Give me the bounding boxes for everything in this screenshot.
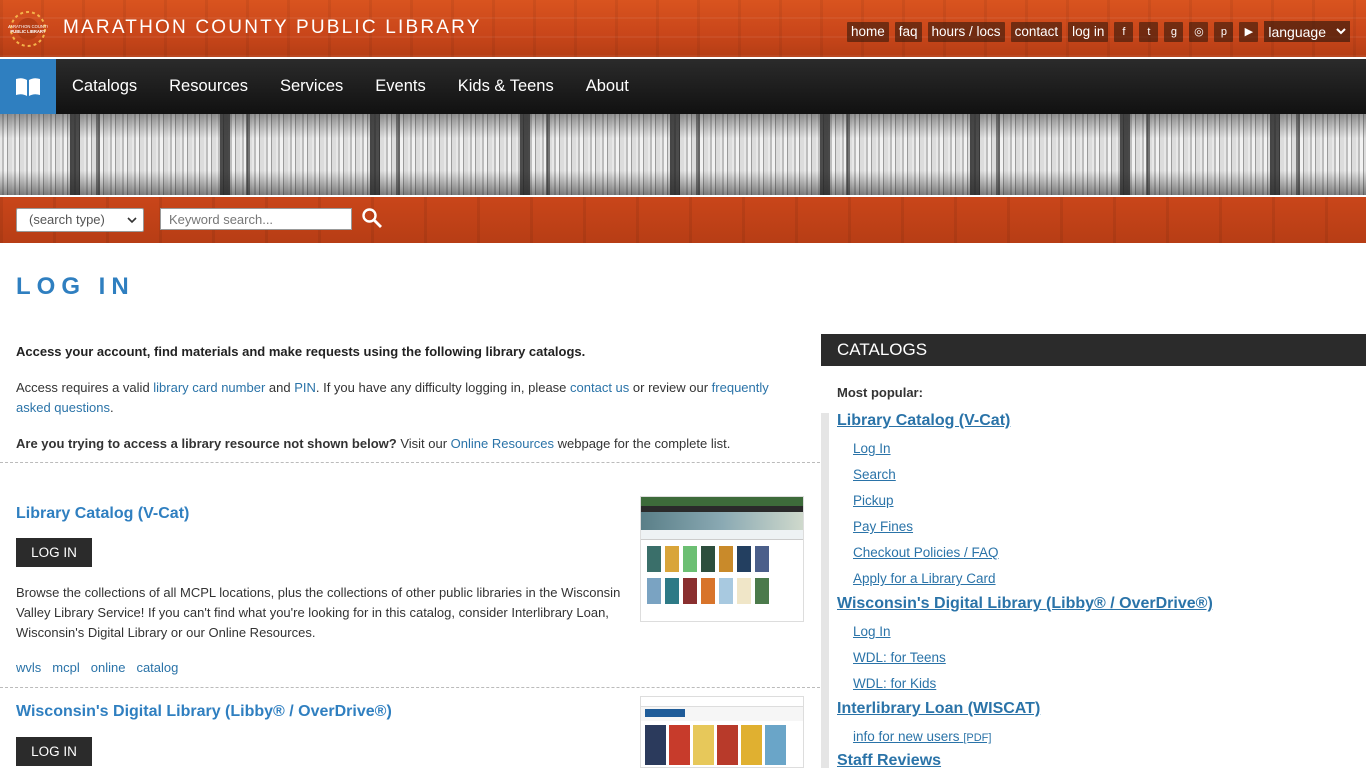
trying-text-part: Visit our	[396, 436, 451, 451]
sidebar-link-wdl-login[interactable]: Log In	[853, 624, 891, 639]
intro-text: Access your account, find materials and …	[16, 344, 586, 359]
keyword-search-input[interactable]	[160, 208, 352, 230]
tag-link[interactable]: online	[91, 660, 126, 675]
chevron-down-icon	[1336, 28, 1346, 35]
language-label: language	[1268, 23, 1326, 40]
tag-link[interactable]: wvls	[16, 660, 41, 675]
goodreads-icon[interactable]: g	[1164, 21, 1184, 42]
access-text-part: .	[109, 400, 114, 415]
instagram-icon[interactable]: ◎	[1189, 21, 1209, 42]
wdl-thumbnail-image[interactable]	[640, 696, 804, 768]
wdl-login-button[interactable]: LOG IN	[16, 737, 92, 766]
sidebar-link-ill-new-users[interactable]: info for new users	[853, 729, 960, 744]
nav-home-button[interactable]	[0, 59, 56, 114]
online-resources-link[interactable]: Online Resources	[451, 436, 554, 451]
most-popular-label: Most popular:	[837, 385, 923, 400]
top-header: MARATHON COUNTY PUBLIC LIBRARY MARATHON …	[0, 0, 1366, 57]
vcat-tags: wvls mcpl online catalog	[16, 660, 178, 675]
utility-nav: home faq hours / locs contact log in f t…	[846, 21, 1350, 42]
pin-link[interactable]: PIN	[294, 380, 316, 395]
online-resources-text: Are you trying to access a library resou…	[16, 434, 796, 454]
access-requirements-text: Access requires a valid library card num…	[16, 378, 796, 418]
sidebar-link-vcat-policies[interactable]: Checkout Policies / FAQ	[853, 545, 999, 560]
sidebar-link-vcat-search[interactable]: Search	[853, 467, 896, 482]
nav-item-resources[interactable]: Resources	[169, 77, 248, 96]
access-text-part: and	[265, 380, 295, 395]
sidebar-link-wdl-kids[interactable]: WDL: for Kids	[853, 676, 936, 691]
vcat-login-button[interactable]: LOG IN	[16, 538, 92, 567]
sidebar-link-vcat-pickup[interactable]: Pickup	[853, 493, 894, 508]
sidebar-link-vcat-pay-fines[interactable]: Pay Fines	[853, 519, 913, 534]
sidebar-item-ill-info: info for new users [PDF]	[853, 729, 991, 744]
youtube-icon[interactable]: ▶	[1239, 21, 1259, 42]
main-nav: Catalogs Resources Services Events Kids …	[0, 59, 1366, 114]
vcat-thumbnail-image[interactable]	[640, 496, 804, 622]
section-divider	[0, 687, 820, 688]
entry-title-wdl[interactable]: Wisconsin's Digital Library (Libby® / Ov…	[16, 703, 392, 721]
logo-text-line2: PUBLIC LIBRARY	[10, 29, 45, 34]
search-icon[interactable]	[360, 206, 384, 230]
sidebar-rule	[821, 413, 829, 768]
chevron-down-icon	[127, 217, 137, 224]
nav-item-events[interactable]: Events	[375, 77, 425, 96]
contact-us-link[interactable]: contact us	[570, 380, 629, 395]
nav-item-services[interactable]: Services	[280, 77, 343, 96]
vcat-description: Browse the collections of all MCPL locat…	[16, 585, 621, 640]
util-link-faq[interactable]: faq	[894, 21, 922, 42]
entry-title-vcat[interactable]: Library Catalog (V-Cat)	[16, 505, 189, 523]
section-divider	[0, 462, 820, 463]
access-text-part: or review our	[629, 380, 712, 395]
nav-item-catalogs[interactable]: Catalogs	[72, 77, 137, 96]
search-bar: (search type)	[0, 197, 1366, 243]
books-banner-image	[0, 114, 1366, 195]
sidebar-heading: CATALOGS	[821, 334, 1366, 366]
util-link-login[interactable]: log in	[1068, 21, 1109, 42]
util-link-contact[interactable]: contact	[1010, 21, 1063, 42]
sidebar-link-wdl-teens[interactable]: WDL: for Teens	[853, 650, 946, 665]
pdf-tag: [PDF]	[963, 732, 992, 744]
sidebar-link-vcat-apply-card[interactable]: Apply for a Library Card	[853, 571, 996, 586]
book-icon	[16, 77, 40, 96]
sidebar-link-vcat[interactable]: Library Catalog (V-Cat)	[837, 412, 1010, 430]
pinterest-icon[interactable]: p	[1214, 21, 1234, 42]
sidebar-link-wdl[interactable]: Wisconsin's Digital Library (Libby® / Ov…	[837, 595, 1213, 613]
search-type-label: (search type)	[29, 212, 105, 227]
trying-bold-text: Are you trying to access a library resou…	[16, 436, 397, 451]
access-text-part: Access requires a valid	[16, 380, 154, 395]
sidebar-link-staff-reviews[interactable]: Staff Reviews	[837, 752, 941, 770]
library-card-number-link[interactable]: library card number	[153, 380, 265, 395]
facebook-icon[interactable]: f	[1114, 21, 1134, 42]
util-link-home[interactable]: home	[846, 21, 889, 42]
site-title[interactable]: MARATHON COUNTY PUBLIC LIBRARY	[63, 17, 482, 39]
page-title: LOG IN	[16, 273, 135, 300]
nav-items: Catalogs Resources Services Events Kids …	[72, 59, 661, 114]
trying-text-part: webpage for the complete list.	[554, 436, 731, 451]
sidebar-link-ill[interactable]: Interlibrary Loan (WISCAT)	[837, 700, 1040, 718]
search-type-select[interactable]: (search type)	[16, 208, 144, 232]
util-link-hours[interactable]: hours / locs	[927, 21, 1005, 42]
tag-link[interactable]: mcpl	[52, 660, 79, 675]
nav-item-kids-teens[interactable]: Kids & Teens	[458, 77, 554, 96]
language-select[interactable]: language	[1264, 21, 1350, 42]
library-logo[interactable]: MARATHON COUNTY PUBLIC LIBRARY	[8, 9, 48, 49]
access-text-part: . If you have any difficulty logging in,…	[315, 380, 571, 395]
tag-link[interactable]: catalog	[136, 660, 178, 675]
nav-item-about[interactable]: About	[586, 77, 629, 96]
sidebar-link-vcat-login[interactable]: Log In	[853, 441, 891, 456]
twitter-icon[interactable]: t	[1139, 21, 1159, 42]
